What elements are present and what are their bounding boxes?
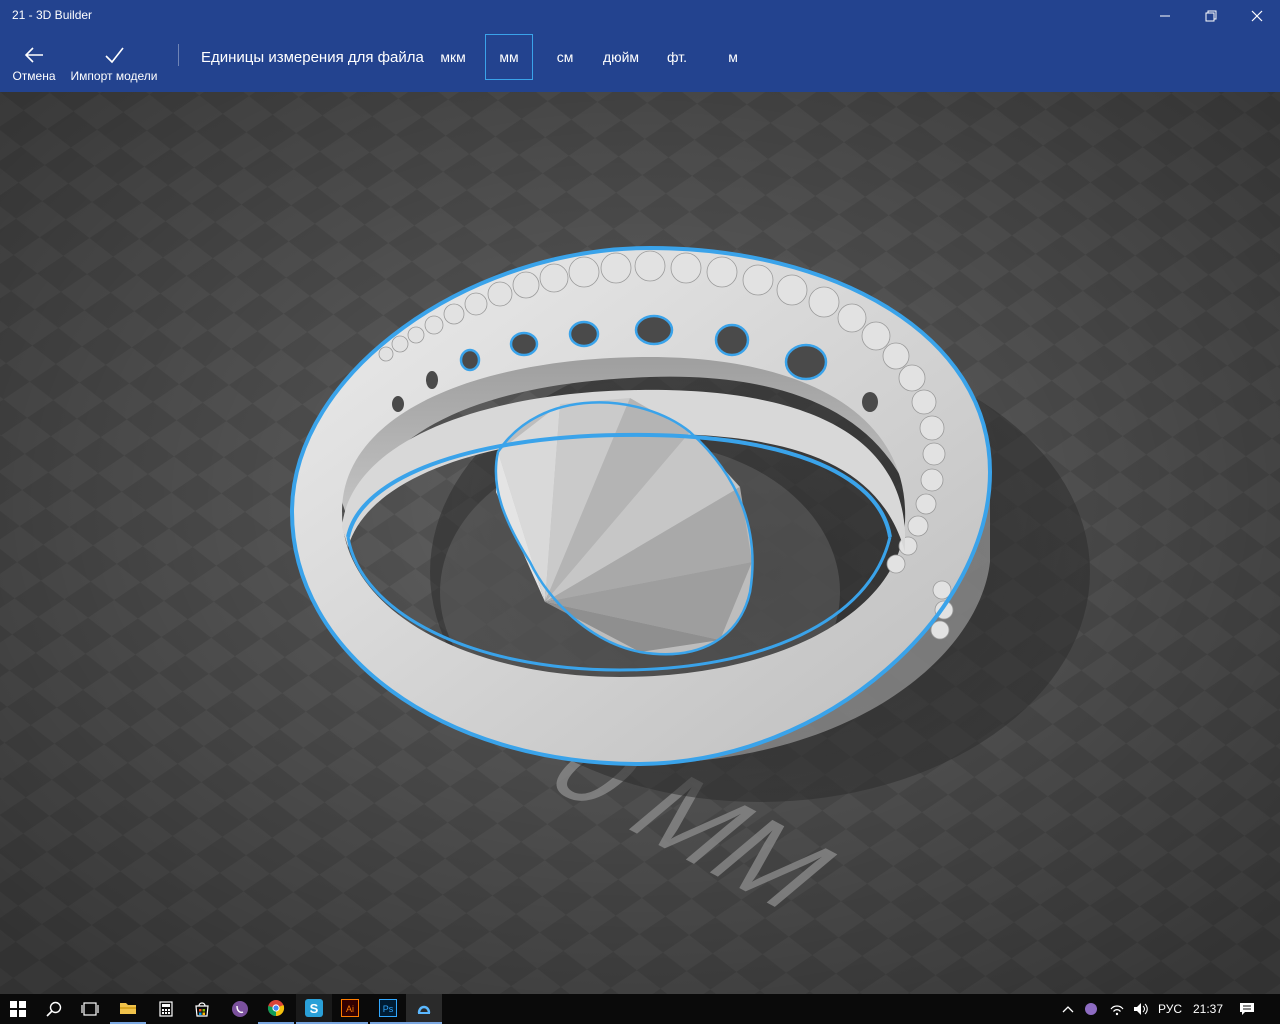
calculator-icon <box>159 1001 173 1017</box>
svg-text:Ps: Ps <box>383 1004 394 1014</box>
search-icon <box>46 1001 62 1017</box>
command-bar: Отмена Импорт модели Единицы измерения д… <box>0 32 1280 92</box>
3d-builder-icon <box>417 1005 431 1014</box>
taskbar-illustrator[interactable]: Ai <box>332 994 368 1024</box>
scene-canvas[interactable]: 0 MM <box>0 92 1280 994</box>
close-icon <box>1251 10 1263 22</box>
restore-icon <box>1205 10 1217 22</box>
title-bar: 21 - 3D Builder <box>0 0 1280 32</box>
unit-option-inch[interactable]: дюйм <box>596 34 646 80</box>
minimize-button[interactable] <box>1142 0 1188 32</box>
show-hidden-icons-button[interactable] <box>1058 994 1078 1024</box>
close-button[interactable] <box>1234 0 1280 32</box>
import-model-label: Импорт модели <box>70 69 158 83</box>
taskbar-chrome[interactable] <box>258 994 294 1024</box>
taskbar-calculator[interactable] <box>148 994 184 1024</box>
chrome-icon <box>267 1000 285 1017</box>
unit-option-centimeter[interactable]: см <box>542 34 588 80</box>
unit-option-foot[interactable]: фт. <box>654 34 700 80</box>
store-icon <box>195 1002 209 1017</box>
notification-icon <box>1240 1003 1254 1015</box>
cancel-label: Отмена <box>12 69 56 83</box>
unit-option-meter[interactable]: м <box>710 34 756 80</box>
unit-option-micrometer[interactable]: мкм <box>430 34 476 80</box>
checkmark-icon <box>105 47 124 64</box>
viber-tray-icon <box>1085 1003 1097 1015</box>
back-arrow-icon <box>24 47 43 63</box>
start-icon <box>10 1001 26 1017</box>
window-title: 21 - 3D Builder <box>12 8 93 22</box>
units-label: Единицы измерения для файла <box>201 49 424 66</box>
wifi-icon <box>1110 1005 1124 1016</box>
import-model-button[interactable]: Импорт модели <box>66 32 162 92</box>
restore-button[interactable] <box>1188 0 1234 32</box>
taskbar-skype[interactable]: S <box>296 994 332 1024</box>
file-explorer-icon <box>120 1003 136 1014</box>
search-button[interactable] <box>36 994 72 1024</box>
photoshop-icon: Ps <box>379 999 397 1017</box>
minimize-icon <box>1160 15 1170 17</box>
unit-option-millimeter[interactable]: мм <box>485 34 533 80</box>
taskbar-photoshop[interactable]: Ps <box>370 994 406 1024</box>
taskbar-store[interactable] <box>184 994 220 1024</box>
tray-volume[interactable] <box>1130 994 1152 1024</box>
taskbar-viber[interactable] <box>222 994 258 1024</box>
tray-clock[interactable]: 21:37 <box>1190 994 1226 1024</box>
illustrator-icon: Ai <box>341 999 359 1017</box>
start-button[interactable] <box>0 994 36 1024</box>
svg-text:Ai: Ai <box>346 1004 354 1014</box>
taskbar-3d-builder[interactable] <box>406 994 442 1024</box>
tray-viber[interactable] <box>1080 994 1102 1024</box>
task-view-icon <box>81 1002 99 1016</box>
skype-icon: S <box>305 999 323 1017</box>
viber-icon <box>232 1001 248 1017</box>
tray-network[interactable] <box>1106 994 1128 1024</box>
tray-language[interactable]: РУС <box>1154 994 1186 1024</box>
volume-icon <box>1134 1003 1148 1015</box>
toolbar-separator <box>178 44 179 66</box>
3d-viewport[interactable]: 0 MM <box>0 92 1280 994</box>
chevron-up-icon <box>1062 1006 1074 1013</box>
taskbar-file-explorer[interactable] <box>110 994 146 1024</box>
cancel-button[interactable]: Отмена <box>8 32 60 92</box>
action-center-button[interactable] <box>1232 994 1262 1024</box>
taskbar: S Ai Ps РУС 21:37 <box>0 994 1280 1024</box>
task-view-button[interactable] <box>72 994 108 1024</box>
svg-text:S: S <box>310 1001 319 1016</box>
